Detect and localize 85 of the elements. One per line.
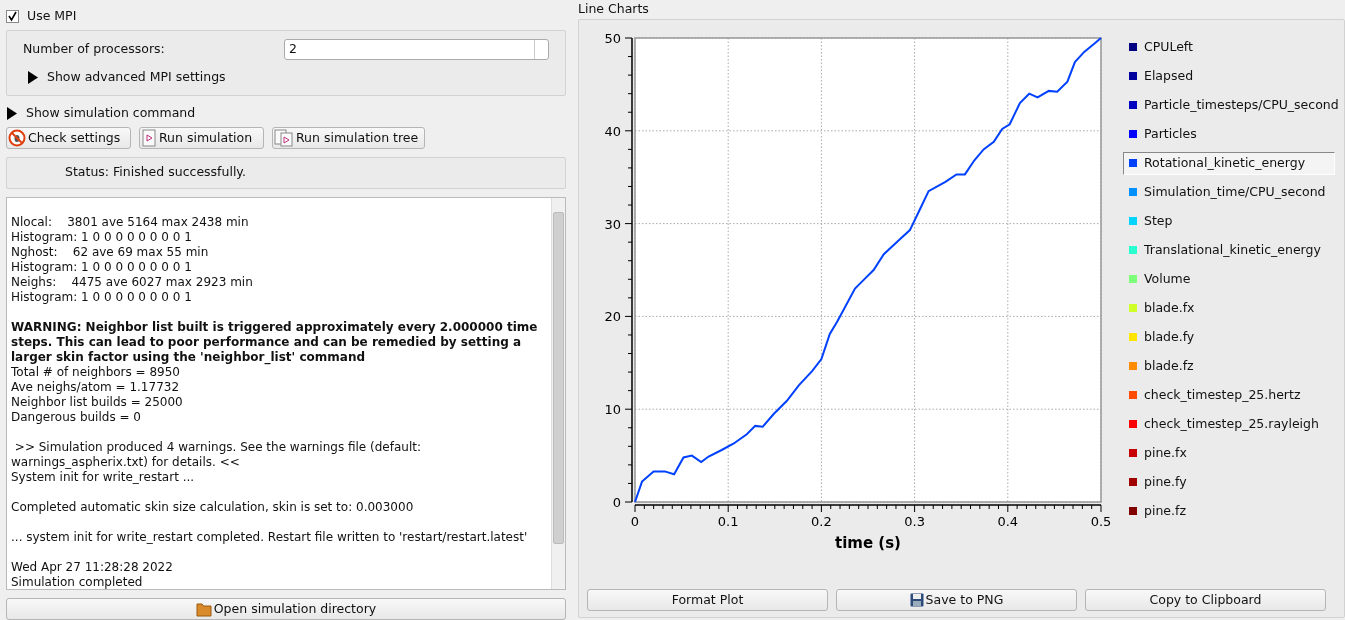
legend-item[interactable]: pine.fy — [1123, 470, 1335, 494]
x-axis-title: time (s) — [835, 533, 901, 552]
y-tick-label: 30 — [604, 216, 621, 232]
legend-item[interactable]: pine.fx — [1123, 441, 1335, 465]
chart-button[interactable]: Copy to Clipboard — [1085, 589, 1326, 611]
log-line: Ave neighs/atom = 1.17732 — [11, 379, 181, 395]
group-title: Line Charts — [578, 0, 650, 18]
expand-arrow-icon[interactable] — [27, 70, 39, 84]
legend-label: check_timestep_25.hertz — [1144, 385, 1301, 404]
legend-label: Step — [1144, 211, 1173, 230]
folder-icon — [195, 601, 212, 617]
legend-label: CPULeft — [1144, 37, 1193, 56]
log-line: Dangerous builds = 0 — [11, 409, 142, 425]
legend-item[interactable]: CPULeft — [1123, 35, 1335, 59]
legend-label: blade.fz — [1144, 356, 1194, 375]
action-button[interactable]: Run simulation — [139, 126, 264, 149]
x-tick-label: 0 — [630, 513, 640, 529]
log-line: Neighs: 4475 ave 6027 max 2923 min — [11, 274, 254, 290]
scrollbar[interactable] — [551, 197, 565, 589]
legend-item[interactable]: check_timestep_25.hertz — [1123, 383, 1335, 407]
legend-label: Translational_kinetic_energy — [1144, 240, 1321, 259]
log-line: ... system init for write_restart completed. Restart file written to 'restart/restart.latest' — [11, 528, 529, 545]
legend-item[interactable]: Elapsed — [1123, 64, 1335, 88]
log-line: Histogram: 1 0 0 0 0 0 0 0 0 1 — [11, 289, 193, 305]
document-play-icon — [141, 128, 157, 147]
x-tick-label: 0.1 — [717, 513, 739, 529]
legend-label: pine.fz — [1144, 501, 1186, 520]
disclosure-label[interactable]: Show advanced MPI settings — [47, 68, 226, 87]
log-line: WARNING: Neighbor list built is triggered approximately every 2.000000 time steps. This can lead to poor performance and can be remedied by setting a larger skin factor using the 'neighbor_list' command — [11, 318, 539, 365]
legend-label: blade.fx — [1144, 298, 1195, 317]
log-line: Wed Apr 27 11:28:28 2022 — [11, 558, 174, 575]
disclosure-label[interactable]: Show simulation command — [26, 103, 196, 123]
legend-item[interactable]: blade.fy — [1123, 325, 1335, 349]
y-tick-label: 0 — [612, 494, 621, 510]
legend-item[interactable]: blade.fx — [1123, 296, 1335, 320]
action-button[interactable]: Run simulation tree — [272, 126, 426, 149]
log-line: Total # of neighbors = 8950 — [11, 364, 181, 380]
x-tick-label: 0.2 — [811, 513, 832, 529]
log-line: Nghost: 62 ave 69 max 55 min — [11, 244, 210, 260]
y-tick-label: 20 — [604, 309, 621, 325]
legend-label: Elapsed — [1144, 66, 1194, 85]
legend-item[interactable]: Volume — [1123, 267, 1335, 291]
log-line: Simulation completed — [11, 574, 144, 590]
no-bug-icon — [8, 128, 26, 147]
legend-item[interactable]: blade.fz — [1123, 354, 1335, 378]
y-tick-label: 40 — [604, 123, 621, 139]
legend-item[interactable]: Rotational_kinetic_energy — [1123, 151, 1335, 175]
expand-arrow-icon[interactable] — [6, 106, 18, 120]
log-line: Histogram: 1 0 0 0 0 0 0 0 0 1 — [11, 259, 193, 275]
log-line: Neighbor list builds = 25000 — [11, 394, 184, 410]
legend-label: check_timestep_25.rayleigh — [1144, 414, 1319, 433]
log-line: >> Simulation produced 4 warnings. See the warnings file (default: warnings_aspherix.txt) for details. << — [11, 438, 422, 470]
log-line: Nlocal: 3801 ave 5164 max 2438 min — [11, 213, 250, 230]
y-tick-label: 50 — [604, 30, 621, 46]
legend-label: Simulation_time/CPU_second — [1144, 182, 1326, 201]
legend-item[interactable]: Step — [1123, 209, 1335, 233]
x-tick-label: 0.3 — [904, 513, 925, 529]
log-line: Histogram: 1 0 0 0 0 0 0 0 0 1 — [11, 229, 193, 245]
legend-label: Particles — [1144, 124, 1197, 143]
legend-label: blade.fy — [1144, 327, 1195, 346]
legend-label: Volume — [1144, 269, 1191, 288]
legend-label: Rotational_kinetic_energy — [1144, 153, 1306, 172]
action-button[interactable]: Check settings — [6, 126, 131, 149]
x-tick-label: 0.5 — [1090, 513, 1112, 529]
y-tick-label: 10 — [604, 401, 621, 417]
legend-item[interactable]: pine.fz — [1123, 499, 1335, 523]
processors-spinbox[interactable]: 2 — [284, 39, 549, 60]
legend-label: pine.fx — [1144, 443, 1187, 462]
legend-label: pine.fy — [1144, 472, 1187, 491]
legend-label: Particle_timesteps/CPU_second — [1144, 95, 1339, 114]
legend-item[interactable]: Translational_kinetic_energy — [1123, 238, 1335, 262]
x-tick-label: 0.4 — [997, 513, 1019, 529]
documents-play-icon — [274, 128, 294, 147]
legend-item[interactable]: Simulation_time/CPU_second — [1123, 180, 1335, 204]
chart-button[interactable]: Format Plot — [587, 589, 828, 611]
log-line: System init for write_restart ... — [11, 469, 196, 485]
legend-item[interactable]: Particles — [1123, 122, 1335, 146]
status-text: Status: Finished successfully. — [65, 163, 246, 182]
open-directory-button[interactable]: Open simulation directory — [6, 598, 566, 620]
field-label: Number of processors: — [23, 40, 165, 59]
checkbox[interactable] — [6, 9, 19, 23]
checkbox-label[interactable]: Use MPI — [27, 6, 77, 26]
chart-button[interactable]: Save to PNG — [836, 589, 1077, 611]
log-line: Completed automatic skin size calculation, skin is set to: 0.003000 — [11, 498, 415, 515]
legend-item[interactable]: check_timestep_25.rayleigh — [1123, 412, 1335, 436]
